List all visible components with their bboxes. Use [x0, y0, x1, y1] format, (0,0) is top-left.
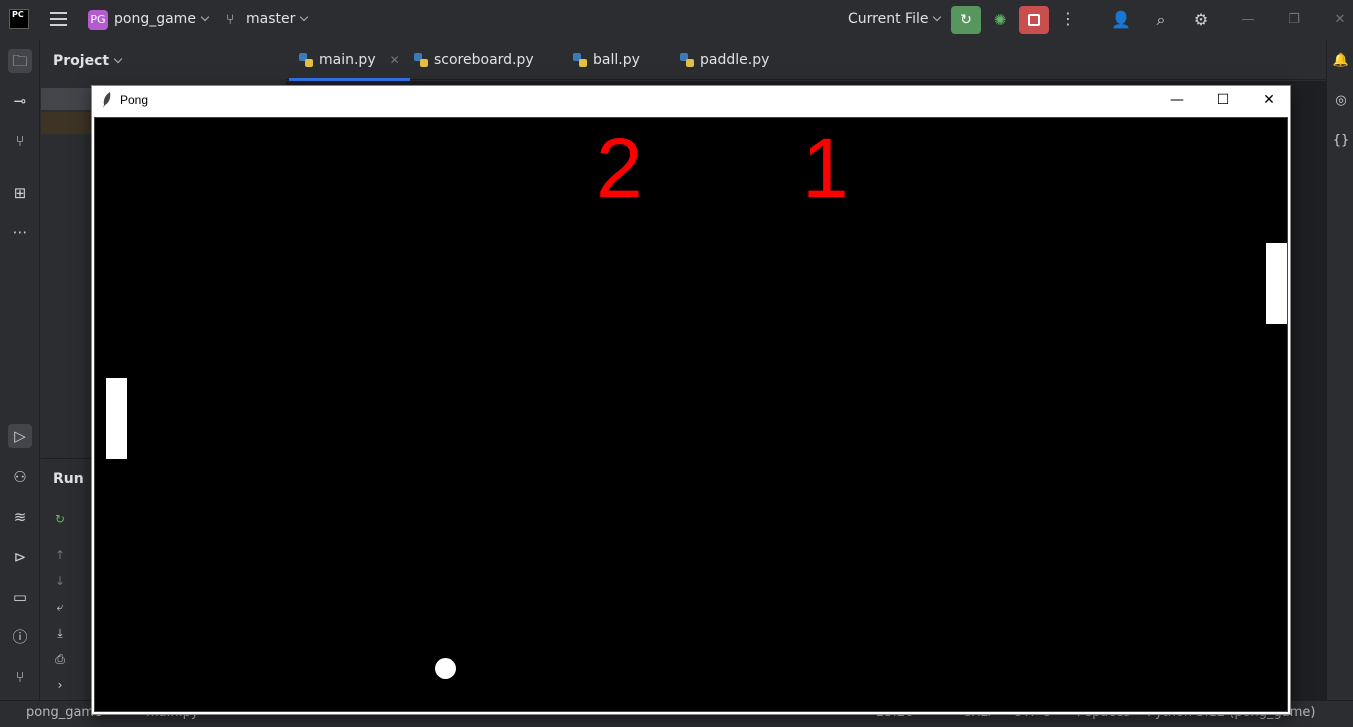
git-branch-icon: ⑂	[226, 12, 235, 28]
left-player-score: 2	[596, 121, 643, 215]
print-icon[interactable]: ⎙	[52, 651, 68, 667]
tab-main-py[interactable]: main.py ✕	[289, 52, 410, 81]
python-file-icon	[680, 53, 694, 67]
branch-name: master	[246, 11, 296, 27]
pull-requests-icon[interactable]: ⑂	[8, 129, 32, 153]
tab-label: main.py	[319, 52, 376, 68]
git-icon[interactable]: ⑂	[8, 665, 32, 689]
pong-window-title: Pong	[120, 93, 149, 107]
branch-selector[interactable]: master	[246, 11, 309, 27]
python-file-icon	[299, 53, 313, 67]
tab-label: scoreboard.py	[434, 52, 534, 68]
pong-maximize-button[interactable]: ☐	[1200, 86, 1246, 116]
problems-icon[interactable]: ⓘ	[8, 625, 32, 649]
pong-minimize-button[interactable]: —	[1154, 86, 1200, 116]
notifications-bell-icon[interactable]: 🔔	[1332, 52, 1350, 70]
add-user-icon[interactable]: 👤	[1109, 8, 1133, 32]
rerun-button[interactable]: ↻	[951, 6, 981, 34]
run-pane-title: Run	[53, 471, 84, 487]
editor-tab-bar: main.py ✕ scoreboard.py ball.py paddle.py	[286, 40, 1326, 81]
project-selector[interactable]: pong_game	[114, 11, 210, 27]
python-file-icon	[414, 53, 428, 67]
ide-close-button[interactable]: ✕	[1330, 10, 1350, 30]
run-configuration-label: Current File	[848, 11, 929, 27]
chevron-down-icon	[200, 12, 210, 22]
services-icon[interactable]: ⊳	[8, 545, 32, 569]
main-menu-icon[interactable]	[50, 12, 67, 28]
run-configuration-selector[interactable]: Current File	[848, 11, 942, 27]
python-console-icon[interactable]: ⚇	[8, 465, 32, 489]
left-tool-strip: 🗀 ⊸ ⑂ ⊞ ⋯ ▷ ⚇ ≋ ⊳ ▭ ⓘ ⑂	[0, 40, 40, 700]
tab-label: ball.py	[593, 52, 640, 68]
project-pane-title-text: Project	[53, 53, 110, 69]
commit-icon[interactable]: ⊸	[8, 89, 32, 113]
arrow-down-icon[interactable]: ↓	[52, 573, 68, 589]
tk-feather-icon	[103, 92, 111, 108]
close-tab-icon[interactable]: ✕	[390, 53, 400, 67]
right-paddle	[1266, 243, 1287, 324]
pong-close-button[interactable]: ✕	[1246, 86, 1292, 116]
python-packages-icon[interactable]: ≋	[8, 505, 32, 529]
project-pane-title[interactable]: Project	[53, 53, 123, 69]
ide-restore-button[interactable]: ❐	[1284, 10, 1304, 30]
pong-window: Pong — ☐ ✕ 2 1	[91, 85, 1291, 715]
run-tool-icon[interactable]: ▷	[8, 424, 32, 448]
arrow-up-icon[interactable]: ↑	[52, 547, 68, 563]
debug-button[interactable]: ✺	[988, 8, 1012, 32]
right-tool-strip: 🔔 ◎ {}	[1326, 40, 1353, 700]
python-file-icon	[573, 53, 587, 67]
ide-title-bar: PC PG pong_game ⑂ master Current File ↻ …	[0, 0, 1353, 40]
more-tools-icon[interactable]: ⋯	[8, 220, 32, 244]
rerun-icon: ↻	[960, 12, 972, 28]
scroll-to-end-icon[interactable]: ⤓	[52, 625, 68, 641]
ai-assistant-icon[interactable]: ◎	[1332, 92, 1350, 110]
pong-title-bar[interactable]: Pong — ☐ ✕	[92, 86, 1290, 116]
terminal-icon[interactable]: ▭	[8, 585, 32, 609]
chevron-right-icon[interactable]: ›	[52, 677, 68, 693]
tab-paddle-py[interactable]: paddle.py	[680, 52, 769, 68]
bug-icon: ✺	[993, 11, 1007, 29]
json-braces-icon[interactable]: {}	[1332, 132, 1350, 150]
chevron-down-icon	[113, 54, 123, 64]
pycharm-logo-icon: PC	[9, 9, 29, 29]
more-actions-button[interactable]: ⋮	[1060, 8, 1076, 32]
ide-minimize-button[interactable]: —	[1238, 10, 1258, 30]
tab-label: paddle.py	[700, 52, 770, 68]
tab-scoreboard-py[interactable]: scoreboard.py	[414, 52, 534, 68]
project-name: pong_game	[114, 11, 196, 27]
left-paddle	[106, 378, 127, 459]
rerun-icon[interactable]: ↻	[52, 511, 68, 527]
pong-ball	[435, 658, 456, 679]
chevron-down-icon	[300, 12, 309, 22]
search-icon[interactable]: ⌕	[1149, 8, 1173, 32]
structure-icon[interactable]: ⊞	[8, 181, 32, 205]
soft-wrap-icon[interactable]: ⤶	[52, 599, 68, 615]
pong-game-canvas[interactable]: 2 1	[94, 117, 1288, 712]
chevron-down-icon	[933, 12, 942, 22]
stop-icon	[1028, 14, 1040, 26]
project-folder-icon[interactable]: 🗀	[8, 49, 32, 73]
stop-button[interactable]	[1019, 6, 1049, 34]
right-player-score: 1	[802, 121, 849, 215]
project-badge[interactable]: PG	[88, 10, 108, 30]
settings-gear-icon[interactable]: ⚙	[1189, 8, 1213, 32]
tab-ball-py[interactable]: ball.py	[573, 52, 640, 68]
